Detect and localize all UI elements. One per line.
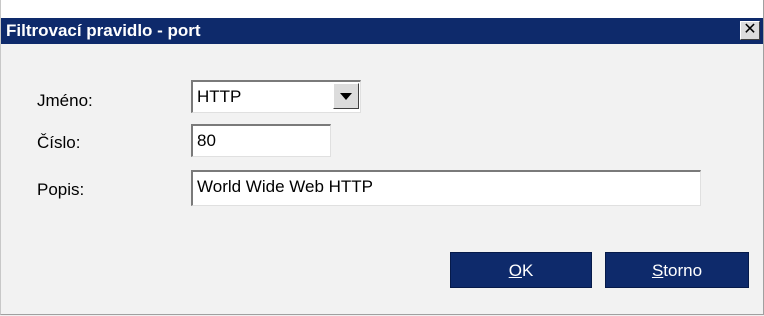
dropdown-button[interactable] <box>333 83 359 109</box>
name-dropdown[interactable]: HTTP <box>191 80 361 113</box>
top-strip <box>1 0 763 18</box>
cancel-mnemonic: S <box>651 261 664 280</box>
cancel-label-rest: torno <box>663 261 703 280</box>
close-button[interactable]: ✕ <box>740 21 760 40</box>
description-label: Popis: <box>37 180 85 199</box>
window-title: Filtrovací pravidlo - port <box>6 21 201 40</box>
close-icon: ✕ <box>743 21 757 38</box>
title-bar[interactable]: Filtrovací pravidlo - port ✕ <box>1 18 763 44</box>
ok-label-rest: K <box>521 261 534 280</box>
ok-button[interactable]: OK <box>450 252 592 288</box>
number-label: Číslo: <box>37 133 81 152</box>
ok-mnemonic: O <box>508 261 522 280</box>
name-label: Jméno: <box>37 91 93 110</box>
description-field-value: World Wide Web HTTP <box>197 177 374 196</box>
chevron-down-icon <box>340 93 352 100</box>
number-field-value: 80 <box>197 131 216 150</box>
cancel-button[interactable]: Storno <box>605 252 749 288</box>
name-dropdown-value: HTTP <box>197 87 242 106</box>
number-field[interactable]: 80 <box>191 124 331 157</box>
description-field[interactable]: World Wide Web HTTP <box>191 170 701 206</box>
dialog-window: Filtrovací pravidlo - port ✕ Jméno: HTTP… <box>0 0 764 315</box>
